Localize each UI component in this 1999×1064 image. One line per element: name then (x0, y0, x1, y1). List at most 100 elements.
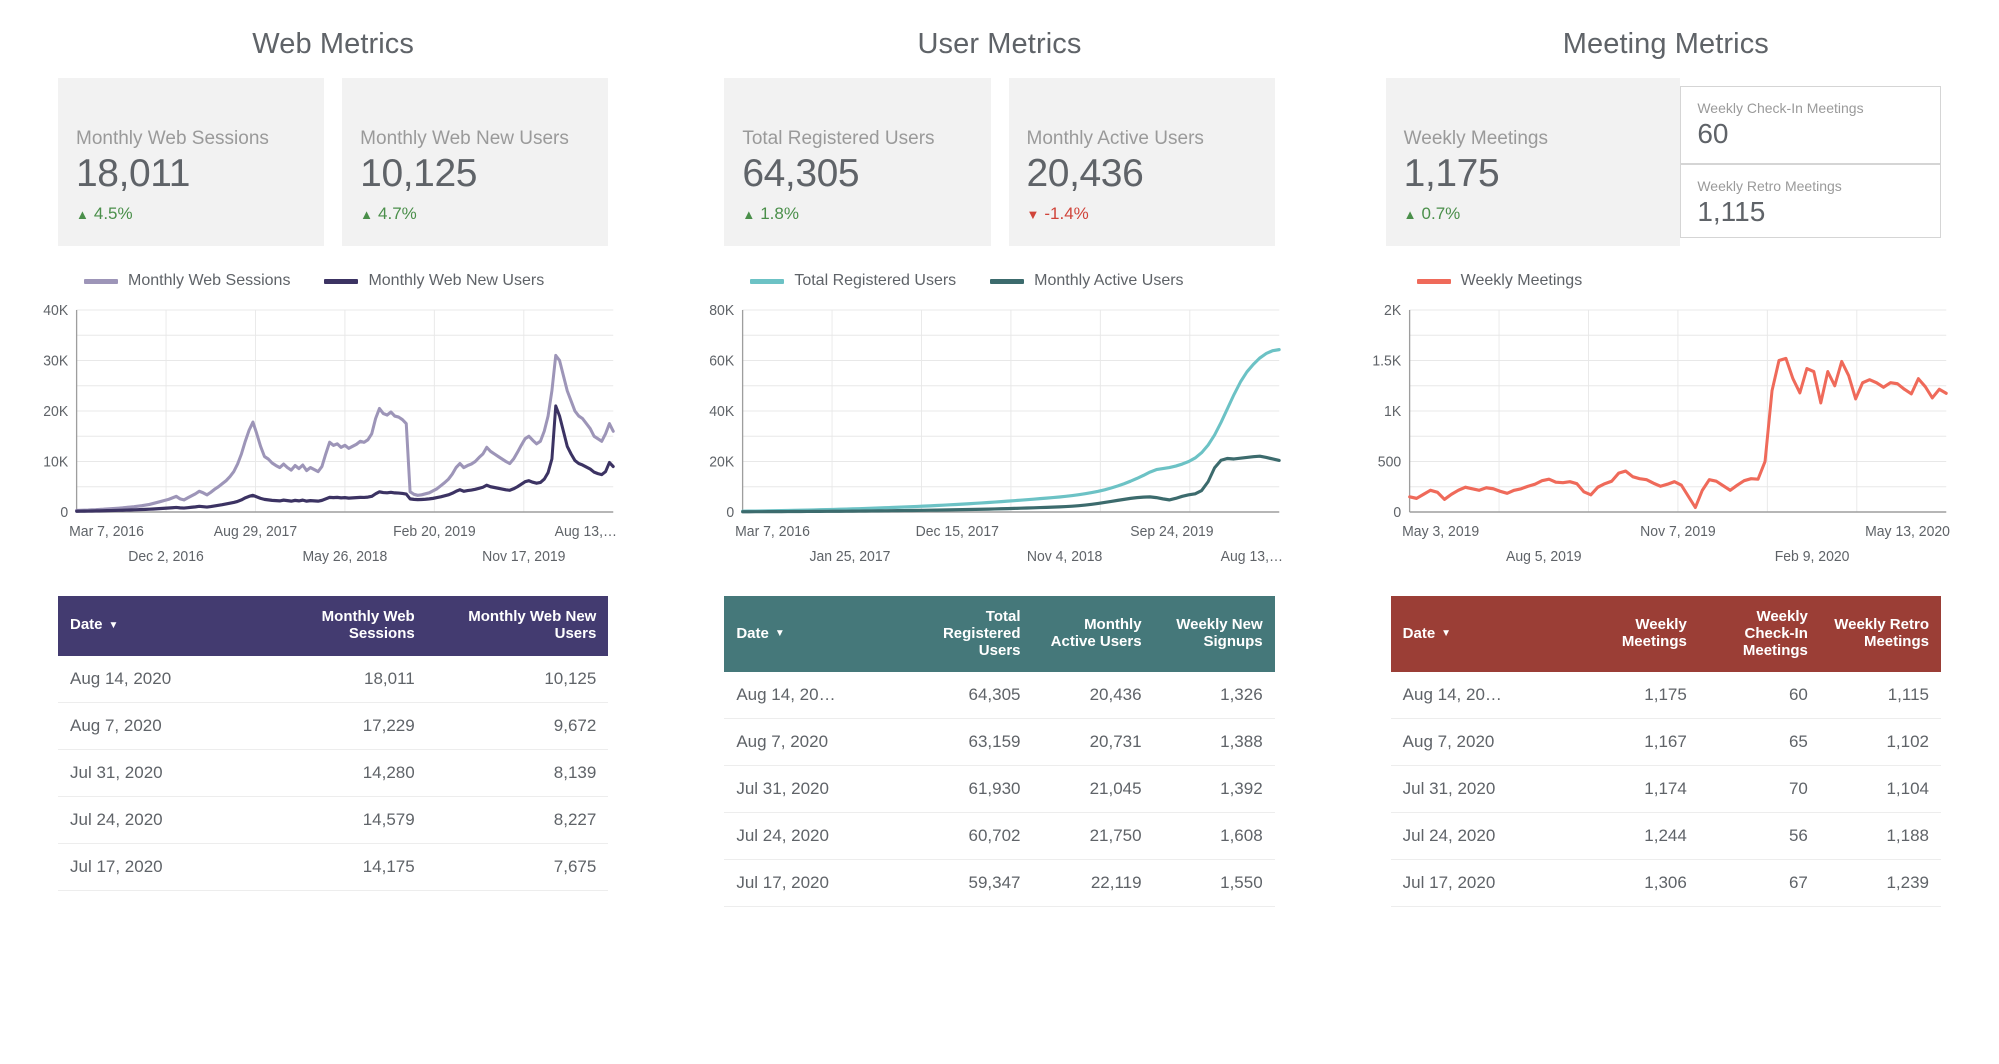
svg-text:1K: 1K (1384, 404, 1401, 421)
scorecard-delta-value: -1.4% (1044, 204, 1089, 224)
legend-label: Monthly Active Users (1034, 272, 1184, 289)
svg-text:Dec 15, 2017: Dec 15, 2017 (916, 524, 999, 541)
legend-item[interactable]: Monthly Web Sessions (84, 272, 290, 290)
scorecard-delta-value: 0.7% (1421, 204, 1461, 224)
cell-value: 18,011 (245, 655, 427, 703)
cell-value: 21,045 (1032, 765, 1154, 814)
cell-date: Aug 7, 2020 (58, 702, 246, 750)
column-header-metric[interactable]: Weekly Retro Meetings (1820, 596, 1941, 672)
table-row[interactable]: Aug 14, 2020 18,011 10,125 (58, 655, 609, 703)
line-chart-user-metrics[interactable]: 0 20K 40K 60K 80K Mar 7, 2016 Jan 25, 2017 Dec … (684, 303, 1314, 574)
table-row[interactable]: Aug 14, 20… 1,175 60 1,115 (1390, 672, 1941, 720)
svg-text:Dec 2, 2016: Dec 2, 2016 (128, 549, 204, 566)
table-row[interactable]: Jul 24, 2020 14,579 8,227 (58, 796, 609, 844)
cell-date: Jul 24, 2020 (724, 812, 912, 861)
cell-value: 1,115 (1819, 672, 1941, 720)
table-row[interactable]: Jul 17, 2020 59,347 22,119 1,550 (724, 859, 1275, 908)
legend-item[interactable]: Total Registered Users (750, 272, 956, 290)
page-title: User Metrics (917, 28, 1082, 60)
table-row[interactable]: Aug 7, 2020 63,159 20,731 1,388 (724, 718, 1275, 767)
column-header-metric[interactable]: Monthly Web New Users (427, 596, 609, 656)
column-header-metric[interactable]: Weekly Meetings (1578, 596, 1699, 672)
legend-item[interactable]: Weekly Meetings (1416, 272, 1582, 290)
column-header-metric[interactable]: Monthly Active Users (1033, 596, 1154, 672)
cell-value: 60 (1698, 672, 1820, 720)
scorecard-weekly-retro-meetings[interactable]: Weekly Retro Meetings 1,115 (1681, 162, 1940, 241)
column-header-metric[interactable]: Monthly Web Sessions (245, 596, 427, 656)
cell-value: 20,731 (1032, 718, 1154, 767)
cell-date: Aug 14, 2020 (58, 655, 246, 703)
cell-value: 8,227 (426, 796, 609, 844)
arrow-up-icon: ▲ (742, 206, 756, 222)
svg-text:Mar 7, 2016: Mar 7, 2016 (735, 524, 810, 541)
table-body: Aug 14, 20… 1,175 60 1,115 Aug 7, 2020 1… (1390, 672, 1941, 908)
table-web-metrics: Date ▼ Monthly Web Sessions Monthly Web N… (18, 574, 648, 891)
svg-text:Aug 29, 2017: Aug 29, 2017 (214, 524, 297, 541)
table-row[interactable]: Aug 7, 2020 17,229 9,672 (58, 702, 609, 750)
legend-swatch-icon (84, 278, 118, 284)
table-row[interactable]: Jul 31, 2020 61,930 21,045 1,392 (724, 765, 1275, 814)
cell-value: 1,326 (1153, 672, 1275, 720)
column-header-date[interactable]: Date ▼ (1391, 596, 1578, 672)
table-row[interactable]: Jul 31, 2020 14,280 8,139 (58, 749, 609, 797)
svg-text:May 3, 2019: May 3, 2019 (1402, 524, 1479, 541)
line-chart-meeting-metrics[interactable]: 0 500 1K 1.5K 2K May 3, 2019 Aug 5, 2019 Nov 7,… (1351, 303, 1981, 574)
scorecard-monthly-web-new-users[interactable]: Monthly Web New Users 10,125 ▲ 4.7% (342, 78, 609, 246)
table-row[interactable]: Aug 14, 20… 64,305 20,436 1,326 (724, 672, 1275, 720)
scorecard-label: Monthly Web New Users (360, 127, 569, 149)
cell-value: 70 (1698, 765, 1820, 814)
scorecard-weekly-meetings[interactable]: Weekly Meetings 1,175 ▲ 0.7% (1385, 78, 1681, 246)
scorecard-weekly-checkin-meetings[interactable]: Weekly Check-In Meetings 60 (1681, 87, 1940, 163)
cell-value: 1,174 (1577, 765, 1699, 814)
table-body: Aug 14, 2020 18,011 10,125 Aug 7, 2020 1… (58, 655, 609, 891)
column-header-metric[interactable]: Weekly Check-In Meetings (1699, 596, 1820, 672)
table-row[interactable]: Jul 17, 2020 1,306 67 1,239 (1390, 859, 1941, 908)
column-header-label: Date (1402, 624, 1436, 642)
svg-text:20K: 20K (43, 404, 68, 421)
svg-text:Mar 7, 2016: Mar 7, 2016 (69, 524, 144, 541)
cell-value: 20,436 (1032, 672, 1154, 720)
chart-legend: Weekly Meetings (1351, 246, 1981, 304)
panel-meeting-metrics: Meeting Metrics Weekly Meetings 1,175 ▲ … (1333, 0, 1999, 1064)
scorecard-delta: ▼ -1.4% (1027, 204, 1257, 224)
table-row[interactable]: Jul 31, 2020 1,174 70 1,104 (1390, 765, 1941, 814)
chart-canvas: 0 500 1K 1.5K 2K May 3, 2019 Aug 5, 2019 Nov 7,… (1372, 303, 1950, 566)
table-row[interactable]: Jul 17, 2020 14,175 7,675 (58, 843, 609, 891)
panel-user-metrics: User Metrics Total Registered Users 64,3… (666, 0, 1332, 1064)
cell-value: 59,347 (911, 859, 1033, 908)
column-header-metric[interactable]: Weekly New Signups (1154, 596, 1275, 672)
cell-value: 14,579 (245, 796, 427, 844)
column-header-date[interactable]: Date ▼ (58, 596, 245, 656)
panel-web-metrics: Web Metrics Monthly Web Sessions 18,011 … (0, 0, 666, 1064)
svg-text:Aug 13,…: Aug 13,… (1221, 549, 1283, 566)
column-header-date[interactable]: Date ▼ (724, 596, 911, 672)
scorecard-delta: ▲ 0.7% (1404, 204, 1663, 224)
column-header-label: Date (70, 616, 103, 634)
svg-text:0: 0 (1393, 505, 1401, 522)
line-chart-web-metrics[interactable]: 0 10K 20K 30K 40K Mar 7, 2016 Dec 2, 2016 Aug 2… (18, 303, 648, 574)
cell-value: 56 (1698, 812, 1820, 861)
scorecard-label: Weekly Meetings (1403, 127, 1548, 149)
svg-text:Feb 20, 2019: Feb 20, 2019 (393, 524, 476, 541)
legend-item[interactable]: Monthly Web New Users (324, 272, 544, 290)
scorecard-row: Weekly Meetings 1,175 ▲ 0.7% Weekly Chec… (1351, 78, 1981, 246)
scorecard-monthly-web-sessions[interactable]: Monthly Web Sessions 18,011 ▲ 4.5% (58, 78, 325, 246)
svg-text:Nov 17, 2019: Nov 17, 2019 (482, 549, 565, 566)
table-user-metrics: Date ▼ Total Registered Users Monthly Act… (684, 574, 1314, 908)
legend-label: Monthly Web New Users (368, 272, 545, 289)
svg-text:30K: 30K (43, 353, 68, 370)
table-row[interactable]: Jul 24, 2020 1,244 56 1,188 (1390, 812, 1941, 861)
scorecard-monthly-active-users[interactable]: Monthly Active Users 20,436 ▼ -1.4% (1008, 78, 1275, 246)
column-header-metric[interactable]: Total Registered Users (911, 596, 1032, 672)
cell-value: 61,930 (911, 765, 1033, 814)
cell-value: 1,175 (1577, 672, 1699, 720)
table-row[interactable]: Aug 7, 2020 1,167 65 1,102 (1390, 718, 1941, 767)
table-row[interactable]: Jul 24, 2020 60,702 21,750 1,608 (724, 812, 1275, 861)
legend-swatch-icon (324, 278, 359, 284)
scorecard-total-registered-users[interactable]: Total Registered Users 64,305 ▲ 1.8% (724, 78, 991, 246)
legend-item[interactable]: Monthly Active Users (990, 272, 1184, 290)
svg-text:40K: 40K (710, 404, 735, 421)
table-header-row: Date ▼ Total Registered Users Monthly Act… (724, 596, 1275, 673)
svg-text:80K: 80K (710, 303, 735, 320)
cell-value: 7,675 (426, 843, 609, 891)
